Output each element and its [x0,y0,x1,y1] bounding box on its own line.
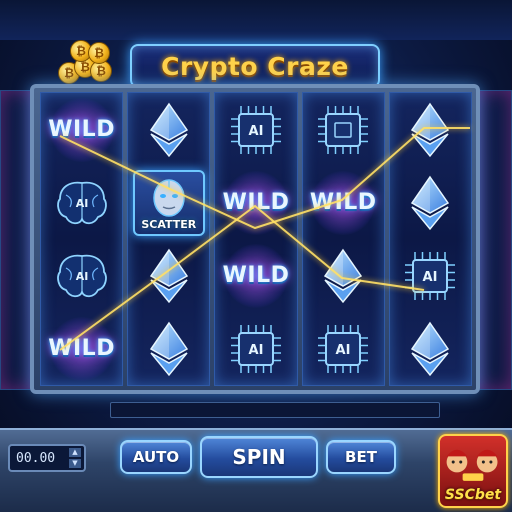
reel-4: WILD AI [301,92,385,386]
scatter-symbol: SCATTER [132,169,205,236]
reel-5: AI [388,92,473,386]
svg-text:AI: AI [75,270,88,283]
svg-text:AI: AI [75,197,88,210]
logo-text: SSCbet [444,487,502,503]
ethereum-icon [392,168,468,238]
balance-display: 00.00 ▲ ▼ [8,444,86,472]
bitcoin-coin-icon: ₿ [88,42,110,64]
right-backdrop-panel [478,90,512,390]
gold-coins-icon: ₿ ₿ ₿ ₿ ₿ [58,40,126,88]
top-backdrop [0,0,512,40]
balance-stepper[interactable]: ▲ ▼ [69,448,81,468]
ai-chip-symbol: AI [305,314,381,384]
title-plate: Crypto Craze [130,44,380,88]
stepper-up-icon[interactable]: ▲ [69,448,81,457]
svg-text:AI: AI [249,343,264,358]
svg-text:AI: AI [423,270,438,285]
ethereum-icon [131,95,207,165]
ai-chip-icon: AI [218,95,294,165]
info-strip [110,402,440,418]
reel-2: SCATTER [127,92,211,386]
left-backdrop-panel [0,90,34,390]
ethereum-icon [392,95,468,165]
wild-symbol: WILD [305,168,381,238]
ethereum-icon [392,314,468,384]
ai-chip-icon [305,95,381,165]
logo-mascots-icon [446,449,498,481]
wild-symbol: WILD [44,95,120,165]
svg-text:AI: AI [249,124,264,139]
ai-brain-icon: AI [44,168,120,238]
balance-value: 00.00 [16,450,56,466]
reel-1: WILD AI AI WILD [40,92,124,386]
game-title: Crypto Craze [161,51,349,81]
wild-symbol: WILD [218,168,294,238]
sscbet-logo[interactable]: SSCbet [438,434,508,508]
ai-brain-icon: AI [44,241,120,311]
robot-face-icon [153,178,185,217]
ai-chip-symbol: AI [218,314,294,384]
wild-symbol: WILD [218,241,294,311]
wild-symbol: WILD [44,314,120,384]
bet-button[interactable]: BET [326,440,396,474]
spin-button[interactable]: SPIN [200,436,318,478]
scatter-cell: SCATTER [131,168,207,238]
ai-chip-symbol: AI [392,241,468,311]
reel-3: AI WILD WILD AI [214,92,298,386]
auto-button[interactable]: AUTO [120,440,192,474]
reel-grid: WILD AI AI WILD SCATTER AI WILD WILD AI WILD AI AI [40,92,473,386]
stepper-down-icon[interactable]: ▼ [69,459,81,468]
scatter-label: SCATTER [141,217,197,231]
ethereum-icon [131,314,207,384]
ethereum-icon [305,241,381,311]
svg-text:AI: AI [336,343,351,358]
ethereum-icon [131,241,207,311]
